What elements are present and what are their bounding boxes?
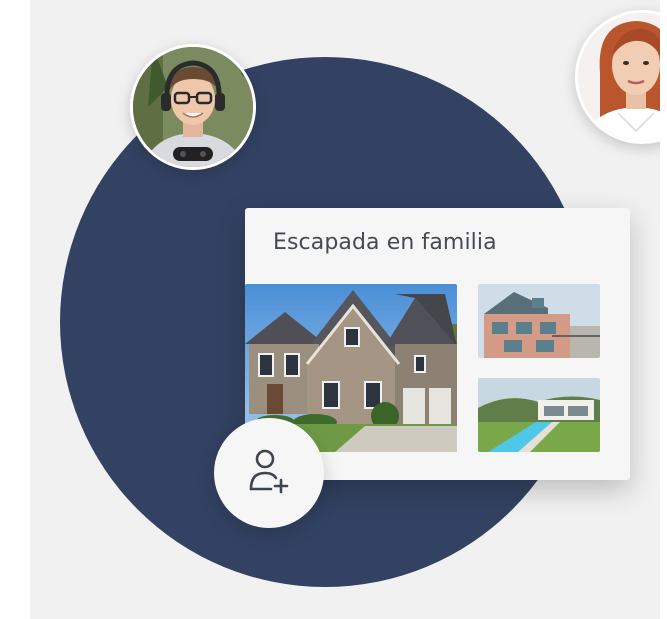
add-user-icon (247, 447, 291, 500)
collaborator-avatar-gamer (130, 44, 256, 170)
illustration-stage: Escapada en familia (30, 0, 660, 619)
house-photo-pool[interactable] (478, 378, 600, 452)
add-collaborator-button[interactable] (214, 418, 324, 528)
house-photo-modern[interactable] (478, 284, 600, 358)
collaborator-avatar-woman (575, 10, 660, 144)
board-title: Escapada en familia (273, 230, 497, 255)
